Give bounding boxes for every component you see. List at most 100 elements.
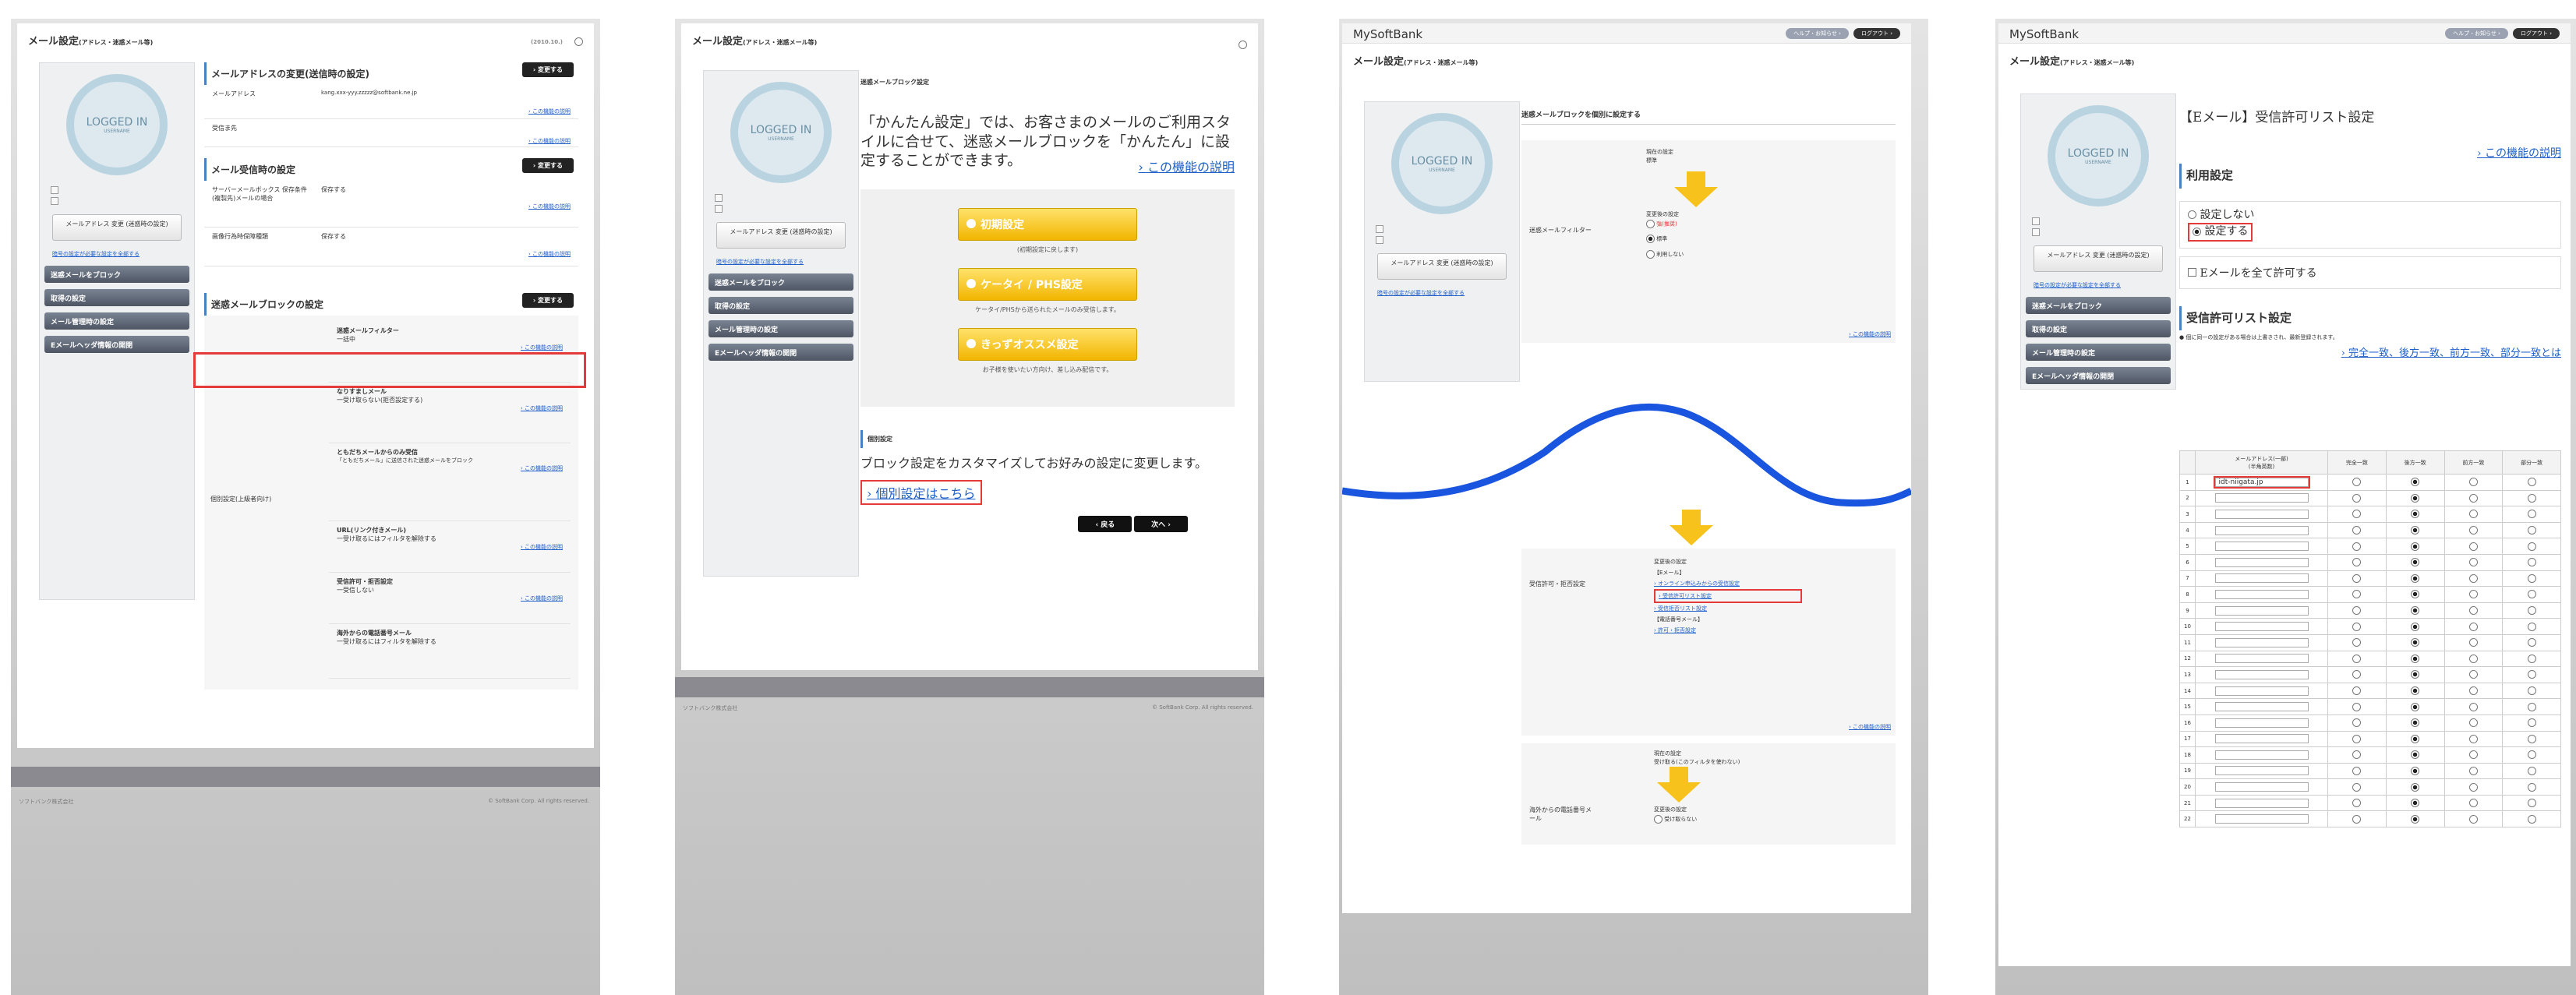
match-radio[interactable] [2411,526,2420,535]
change-button[interactable]: › 変更する [521,158,574,173]
address-input[interactable] [2214,637,2309,647]
match-radio[interactable] [2468,782,2478,792]
nav-get-settings[interactable]: 取得の設定 [2026,320,2171,337]
match-radio[interactable] [2468,686,2478,696]
change-address-button[interactable]: メールアドレス 変更 (迷惑時の設定) [1377,253,1507,280]
match-radio[interactable] [2411,654,2420,663]
help-link[interactable]: › この機能の説明 [2179,145,2561,161]
match-radio[interactable] [2352,638,2362,647]
address-input[interactable] [2214,525,2309,535]
match-radio[interactable] [2527,638,2536,647]
match-radio[interactable] [2468,670,2478,679]
nav-mail-management[interactable]: メール管理時の設定 [708,320,853,337]
match-radio[interactable] [2468,654,2478,663]
match-radio[interactable] [2411,638,2420,647]
change-address-button[interactable]: メールアドレス 変更 (迷惑時の設定) [52,214,182,241]
match-radio[interactable] [2468,493,2478,503]
sidebar-link[interactable]: 暗号の設定が必要な設定を全部する [1377,289,1507,297]
match-radio[interactable] [2352,493,2362,503]
match-radio[interactable] [2352,573,2362,583]
match-radio[interactable] [2352,590,2362,599]
logout-pill[interactable]: ログアウト › [1853,28,1900,39]
sidebar-link[interactable]: 暗号の設定が必要な設定を全部する [716,258,846,266]
match-radio[interactable] [2527,702,2536,711]
match-radio[interactable] [2527,542,2536,551]
change-address-button[interactable]: メールアドレス 変更 (迷惑時の設定) [2034,245,2163,272]
match-radio[interactable] [2527,590,2536,599]
radio-standard[interactable] [1646,235,1655,244]
address-input[interactable] [2214,766,2309,776]
match-radio[interactable] [2527,622,2536,631]
sidebar-link[interactable]: 暗号の設定が必要な設定を全部する [2034,281,2163,289]
match-radio[interactable] [2411,750,2420,760]
address-input[interactable] [2214,814,2309,824]
match-radio[interactable] [2411,606,2420,616]
match-radio[interactable] [2468,606,2478,616]
match-radio[interactable] [2468,558,2478,567]
address-input[interactable] [2214,509,2309,519]
match-radio[interactable] [2527,493,2536,503]
match-radio[interactable] [2411,670,2420,679]
match-radio[interactable] [2352,542,2362,551]
match-radio[interactable] [2527,799,2536,808]
address-input[interactable] [2214,542,2309,552]
back-button[interactable]: ‹ 戻る [1078,515,1133,532]
match-radio[interactable] [2468,542,2478,551]
match-radio[interactable] [2468,478,2478,487]
match-radio[interactable] [2411,686,2420,696]
change-address-button[interactable]: メールアドレス 変更 (迷惑時の設定) [716,222,846,249]
address-input[interactable] [2214,782,2309,792]
address-input[interactable] [2214,605,2309,616]
match-radio[interactable] [2527,766,2536,775]
match-radio[interactable] [2352,622,2362,631]
match-radio[interactable] [2468,702,2478,711]
match-radio[interactable] [2527,478,2536,487]
change-button[interactable]: › 変更する [521,62,574,77]
match-radio[interactable] [2527,670,2536,679]
match-radio[interactable] [2468,510,2478,519]
address-input[interactable]: idt-niigata.jp [2213,475,2310,489]
match-radio[interactable] [2411,718,2420,728]
match-radio[interactable] [2352,734,2362,743]
match-radio[interactable] [2468,799,2478,808]
nav-spam-block[interactable]: 迷惑メールをブロック [44,266,189,283]
help-link[interactable]: › この機能の説明 [1849,723,1891,731]
sidebar-link[interactable]: 暗号の設定が必要な設定を全部する [52,250,182,258]
address-input[interactable] [2214,718,2309,728]
match-radio[interactable] [2468,750,2478,760]
match-radio[interactable] [2468,590,2478,599]
phone-link[interactable]: › 許可・拒否設定 [1654,625,1802,636]
match-radio[interactable] [2352,558,2362,567]
match-radio[interactable] [2527,654,2536,663]
match-radio[interactable] [2352,670,2362,679]
custom-settings-link[interactable]: › 個別設定はこちら [860,479,982,505]
match-radio[interactable] [2411,734,2420,743]
match-radio[interactable] [2352,702,2362,711]
match-radio[interactable] [2527,526,2536,535]
match-radio[interactable] [2352,654,2362,663]
match-radio[interactable] [2352,526,2362,535]
radio-on[interactable] [2193,227,2201,236]
nav-get-settings[interactable]: 取得の設定 [44,289,189,306]
match-radio[interactable] [2411,510,2420,519]
online-link[interactable]: › オンライン申込みからの受信設定 [1654,578,1802,589]
allow-all-checkbox[interactable] [2188,267,2196,277]
match-radio[interactable] [2411,590,2420,599]
address-input[interactable] [2214,493,2309,503]
nav-header-info[interactable]: Eメールヘッダ情報の開閉 [44,336,189,353]
match-radio[interactable] [2468,718,2478,728]
match-radio[interactable] [2411,573,2420,583]
radio-none[interactable] [1646,249,1655,259]
address-input[interactable] [2214,573,2309,584]
match-radio[interactable] [2352,510,2362,519]
change-button[interactable]: › 変更する [521,293,574,308]
match-radio[interactable] [2352,766,2362,775]
kids-settings-button[interactable]: きっずオススメ設定 [958,328,1137,362]
match-radio[interactable] [2411,622,2420,631]
keitai-settings-button[interactable]: ケータイ / PHS設定 [958,268,1137,302]
match-radio[interactable] [2411,814,2420,824]
address-input[interactable] [2214,654,2309,664]
radio-off[interactable] [2188,210,2196,220]
nav-header-info[interactable]: Eメールヘッダ情報の開閉 [2026,367,2171,384]
help-link[interactable]: › この機能の説明 [212,137,571,145]
